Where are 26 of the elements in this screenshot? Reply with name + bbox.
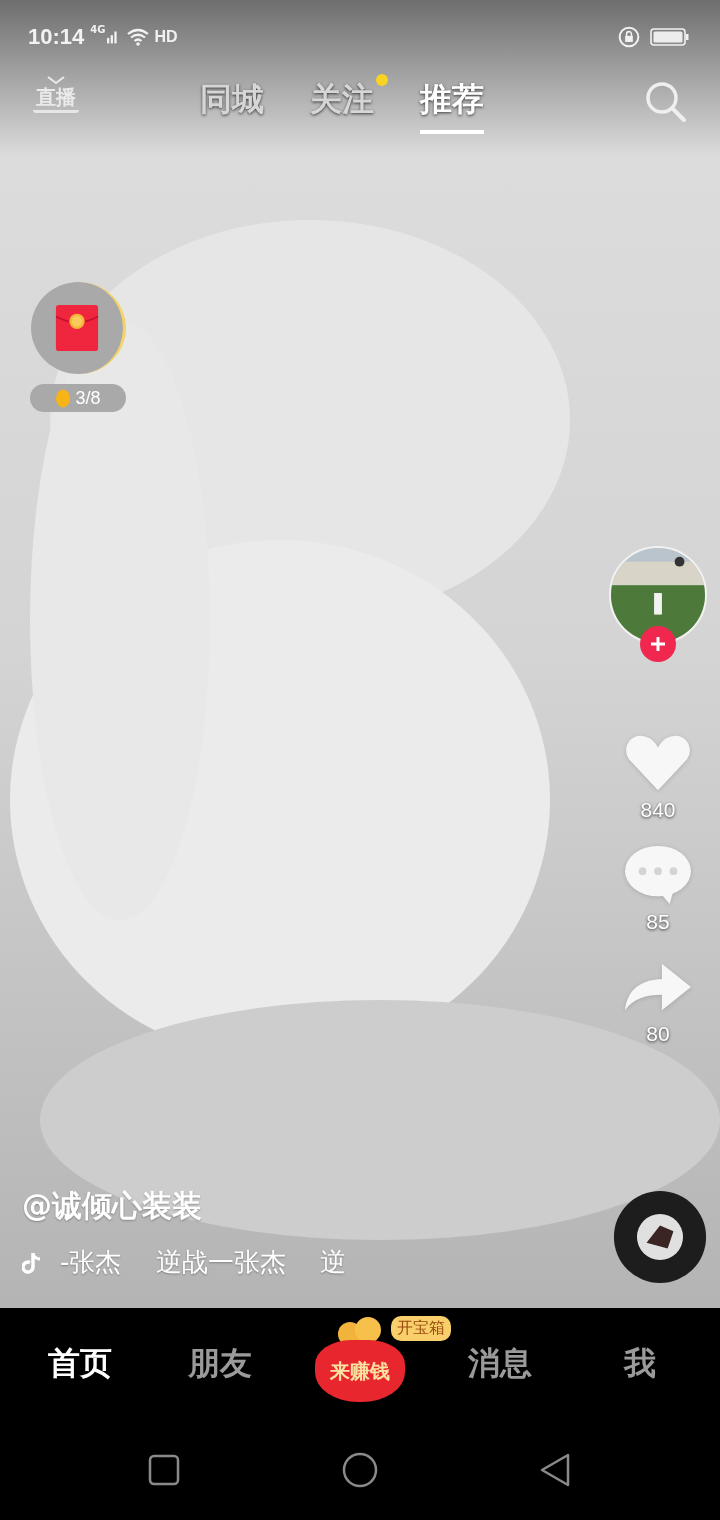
nav-tab[interactable]: 消息 [445,1342,555,1386]
feed-tab[interactable]: 同城 [200,78,264,134]
plus-icon [648,634,668,654]
clock: 10:14 [28,24,85,50]
earn-button[interactable]: 来赚钱 [315,1340,405,1402]
home-icon[interactable] [342,1452,378,1488]
envelope-icon [53,303,100,353]
network-label: 4G [90,24,106,35]
treasure-badge: 开宝箱 [391,1316,451,1341]
music-note-icon [22,1250,42,1275]
action-count: 80 [646,1022,670,1046]
hd-label: HD [154,28,178,46]
rotation-lock-icon [618,26,640,48]
signal-icon [107,29,119,45]
nav-tab[interactable]: 朋友 [165,1342,275,1386]
recent-apps-icon[interactable] [146,1452,182,1488]
wifi-icon [126,28,151,46]
action-count: 85 [646,910,670,934]
battery-icon [650,27,690,47]
progress-count: 3/8 [75,387,101,409]
music-title: -张杰 逆战一张杰 逆 [60,1246,346,1279]
egg-icon [55,388,72,408]
music-disc-icon[interactable] [612,1189,708,1285]
action-count: 840 [640,798,676,822]
nav-tab[interactable]: 我 [585,1342,695,1386]
nav-tab[interactable]: 首页 [25,1342,135,1386]
